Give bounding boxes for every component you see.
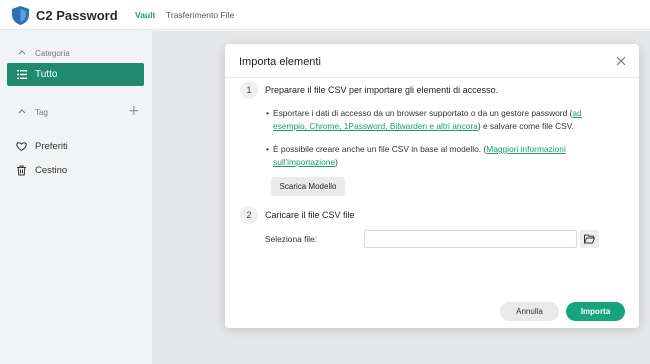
dialog-divider <box>225 77 639 78</box>
folder-open-icon <box>584 234 595 244</box>
add-tag-icon[interactable]: + <box>128 103 140 119</box>
step-2-title: Caricare il file CSV file <box>265 210 355 220</box>
file-select-label: Seleziona file: <box>265 234 318 244</box>
step-1-number: 1 <box>240 81 258 99</box>
chevron-up-icon <box>18 50 26 55</box>
step-1-bullet-template: • È possibile creare anche un file CSV i… <box>266 144 566 167</box>
sidebar-item-favorites[interactable]: Preferiti <box>0 139 152 155</box>
top-bar: C2 Password Vault Trasferimento File <box>0 0 650 30</box>
close-icon[interactable] <box>615 55 627 67</box>
tag-header-label: Tag <box>35 107 48 117</box>
sidebar-item-label: Tutto <box>35 69 58 80</box>
heart-icon <box>16 142 27 152</box>
list-icon <box>17 70 27 79</box>
shield-logo-icon <box>12 6 29 25</box>
sidebar-item-label: Preferiti <box>35 141 68 152</box>
browse-file-button[interactable] <box>580 230 599 248</box>
tag-section-header[interactable]: Tag + <box>0 103 152 119</box>
sidebar-item-label: Cestino <box>35 165 68 176</box>
sidebar: Categoria Tutto Tag + Preferiti Cestino <box>0 31 152 364</box>
step-2-number: 2 <box>240 206 258 224</box>
sidebar-item-trash[interactable]: Cestino <box>0 163 152 179</box>
sidebar-item-all[interactable]: Tutto <box>7 63 144 86</box>
import-dialog: Importa elementi 1 Preparare il file CSV… <box>225 44 639 328</box>
file-path-input[interactable] <box>364 230 577 248</box>
trash-icon <box>17 165 26 176</box>
download-template-button[interactable]: Scarica Modello <box>271 177 345 196</box>
nav-vault[interactable]: Vault <box>135 10 155 20</box>
chevron-up-icon <box>18 109 26 114</box>
category-section-header[interactable]: Categoria <box>0 46 152 60</box>
nav-file-transfer[interactable]: Trasferimento File <box>166 10 234 20</box>
app-title: C2 Password <box>36 8 118 23</box>
category-header-label: Categoria <box>35 48 70 58</box>
step-1-title: Preparare il file CSV per importare gli … <box>265 85 499 95</box>
cancel-button[interactable]: Annulla <box>500 302 559 321</box>
step-1-bullet-export: • Esportare i dati di accesso da un brow… <box>266 108 582 131</box>
import-button[interactable]: Importa <box>566 302 625 321</box>
dialog-title: Importa elementi <box>239 56 321 68</box>
